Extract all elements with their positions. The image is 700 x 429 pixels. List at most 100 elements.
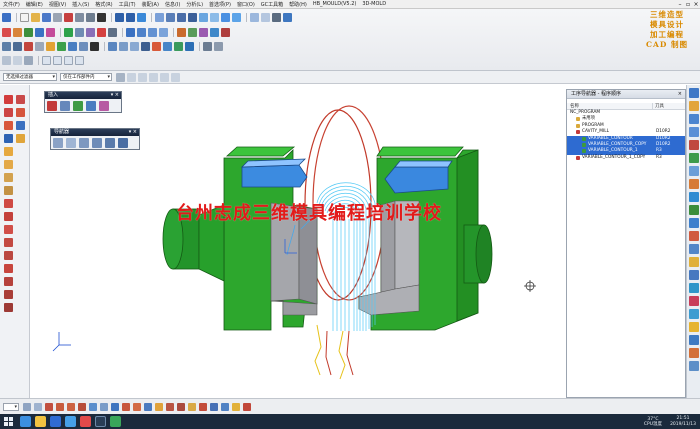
- rectangle-icon[interactable]: [16, 108, 25, 117]
- windows-start-icon[interactable]: [2, 416, 16, 427]
- project-curve-icon[interactable]: [4, 147, 13, 156]
- history-icon[interactable]: [689, 166, 699, 176]
- extract-curve-icon[interactable]: [4, 173, 13, 182]
- revolve-icon[interactable]: [24, 41, 33, 51]
- system-materials-icon[interactable]: [689, 179, 699, 189]
- create-operation-icon[interactable]: [99, 101, 109, 111]
- boolean-icon[interactable]: [46, 41, 55, 51]
- assembly-navigator-icon[interactable]: [689, 88, 699, 98]
- menu-window[interactable]: 窗口(O): [234, 1, 258, 8]
- rotate-icon[interactable]: [188, 12, 197, 22]
- reuse-library-icon[interactable]: [689, 127, 699, 137]
- view-dropdown[interactable]: ▾: [3, 402, 19, 411]
- datum-axis-icon[interactable]: [174, 41, 183, 51]
- wireframe-icon[interactable]: [210, 12, 219, 22]
- intersection-curve-icon[interactable]: [4, 160, 13, 169]
- menu-format[interactable]: 格式(R): [92, 1, 115, 8]
- part-navigator-icon[interactable]: [689, 114, 699, 124]
- menu-gc-toolkit[interactable]: GC工具箱: [258, 1, 286, 8]
- snap-control-icon[interactable]: [160, 72, 169, 82]
- lighting-icon[interactable]: [199, 402, 207, 411]
- shell-icon[interactable]: [79, 41, 88, 51]
- machine-tool-view-icon[interactable]: [66, 138, 76, 148]
- create-method-icon[interactable]: [86, 101, 96, 111]
- top-view-icon[interactable]: [34, 402, 42, 411]
- transform-icon[interactable]: [188, 27, 197, 37]
- program-view-icon[interactable]: [126, 27, 135, 37]
- line-icon[interactable]: [4, 95, 13, 104]
- menu-preferences[interactable]: 首选项(P): [206, 1, 234, 8]
- palette-options-icon[interactable]: ▾ ×: [111, 92, 119, 99]
- back-view-icon[interactable]: [67, 402, 75, 411]
- navigator-palette[interactable]: 导航器 ▾ ×: [50, 128, 140, 150]
- law-curve-icon[interactable]: [4, 303, 13, 312]
- translucency-icon[interactable]: [155, 402, 163, 411]
- arc-icon[interactable]: [16, 95, 25, 104]
- join-curve-icon[interactable]: [4, 238, 13, 247]
- geometry-view-icon[interactable]: [148, 27, 157, 37]
- manufacturing-wizard-icon[interactable]: [689, 205, 699, 215]
- layer-visibility-icon[interactable]: [232, 402, 240, 411]
- fit-icon[interactable]: [155, 12, 164, 22]
- collaboration-icon[interactable]: [689, 361, 699, 371]
- offset-curve-icon[interactable]: [16, 134, 25, 143]
- menu-information[interactable]: 信息(I): [162, 1, 183, 8]
- csys-icon[interactable]: [185, 41, 194, 51]
- app-icon[interactable]: [50, 416, 61, 427]
- program-order-view-icon[interactable]: [53, 138, 63, 148]
- delete-icon[interactable]: [97, 12, 106, 22]
- text-icon[interactable]: [4, 134, 13, 143]
- snap-icon[interactable]: [283, 12, 292, 22]
- grid-icon[interactable]: [210, 402, 218, 411]
- iso-view-icon[interactable]: [232, 12, 241, 22]
- deselect-icon[interactable]: [24, 55, 33, 65]
- create-geometry-icon[interactable]: [73, 101, 83, 111]
- background-icon[interactable]: [188, 402, 196, 411]
- navigator-row[interactable]: VARIABLE_CONTOUR_1_COPY R3: [567, 155, 685, 161]
- delete-face-icon[interactable]: [141, 41, 150, 51]
- partial-shading-icon[interactable]: [144, 402, 152, 411]
- select-icon[interactable]: [2, 55, 11, 65]
- scope-dropdown[interactable]: 仅在工作部件内 ▾: [60, 73, 112, 81]
- replace-face-icon[interactable]: [119, 41, 128, 51]
- file-explorer-icon[interactable]: [35, 416, 46, 427]
- menu-assembly[interactable]: 装配(A): [139, 1, 162, 8]
- machine-navigator-icon[interactable]: [689, 257, 699, 267]
- edit-section-icon[interactable]: [177, 402, 185, 411]
- open-icon[interactable]: [31, 12, 40, 22]
- front-view-icon[interactable]: [23, 402, 31, 411]
- column-tool-header[interactable]: 刀具: [653, 103, 683, 109]
- palette-options-icon[interactable]: ▾ ×: [129, 129, 137, 136]
- menu-help[interactable]: 帮助(H): [286, 1, 310, 8]
- curve-length-icon[interactable]: [4, 264, 13, 273]
- datum-plane-icon[interactable]: [163, 41, 172, 51]
- right-view-icon[interactable]: [45, 402, 53, 411]
- visualization-icon[interactable]: [689, 296, 699, 306]
- postprocess-icon[interactable]: [97, 27, 106, 37]
- trim-curve-icon[interactable]: [4, 199, 13, 208]
- create-program-icon[interactable]: [47, 101, 57, 111]
- studio-icon[interactable]: [122, 402, 130, 411]
- curve-edit-icon[interactable]: [4, 251, 13, 260]
- face-analysis-icon[interactable]: [133, 402, 141, 411]
- filter-reset-icon[interactable]: [116, 72, 125, 82]
- delete-path-icon[interactable]: [221, 27, 230, 37]
- close-icon[interactable]: ×: [678, 90, 682, 99]
- analysis-icon[interactable]: [689, 335, 699, 345]
- roles-icon[interactable]: [689, 218, 699, 228]
- circle-icon[interactable]: [4, 108, 13, 117]
- close-icon[interactable]: ×: [692, 1, 700, 8]
- move-face-icon[interactable]: [130, 41, 139, 51]
- object-icon[interactable]: [199, 27, 208, 37]
- chat-icon[interactable]: [110, 416, 121, 427]
- helix-icon[interactable]: [4, 290, 13, 299]
- menu-file[interactable]: 文件(F): [0, 1, 23, 8]
- constraint-navigator-icon[interactable]: [689, 101, 699, 111]
- save-icon[interactable]: [42, 12, 51, 22]
- minimize-icon[interactable]: –: [676, 1, 684, 8]
- hd3d-tools-icon[interactable]: [689, 140, 699, 150]
- teamcenter-icon[interactable]: [689, 309, 699, 319]
- shaded-edges-icon[interactable]: [111, 402, 119, 411]
- machining-method-view-icon[interactable]: [92, 138, 102, 148]
- graphics-window[interactable]: 插入 ▾ × 导航器 ▾ ×: [31, 85, 564, 398]
